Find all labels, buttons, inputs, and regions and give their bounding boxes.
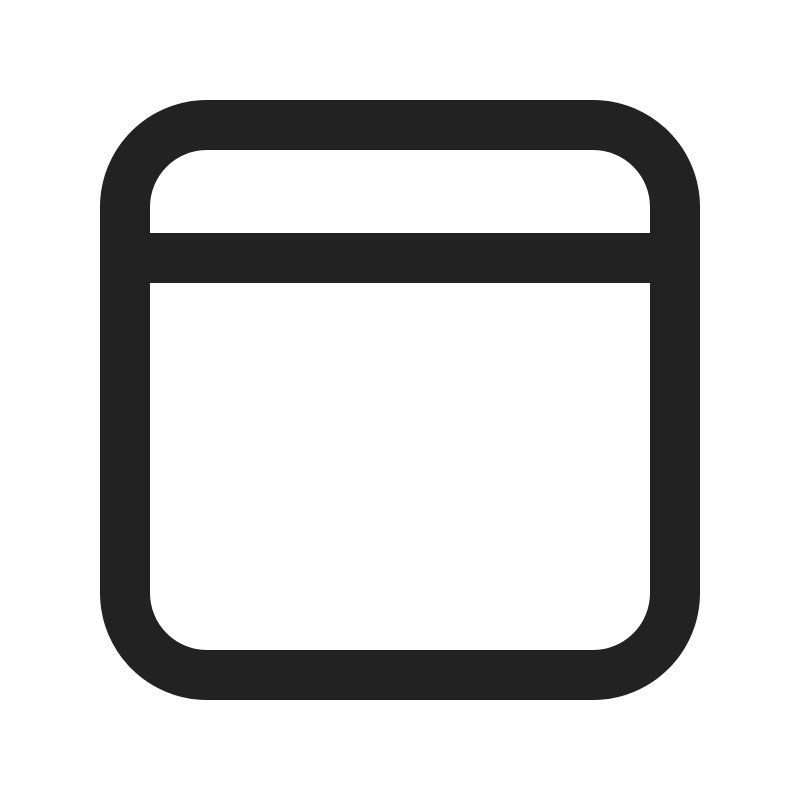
window-frame	[100, 100, 700, 700]
app-window-icon	[100, 100, 700, 700]
icon-canvas	[0, 0, 800, 800]
